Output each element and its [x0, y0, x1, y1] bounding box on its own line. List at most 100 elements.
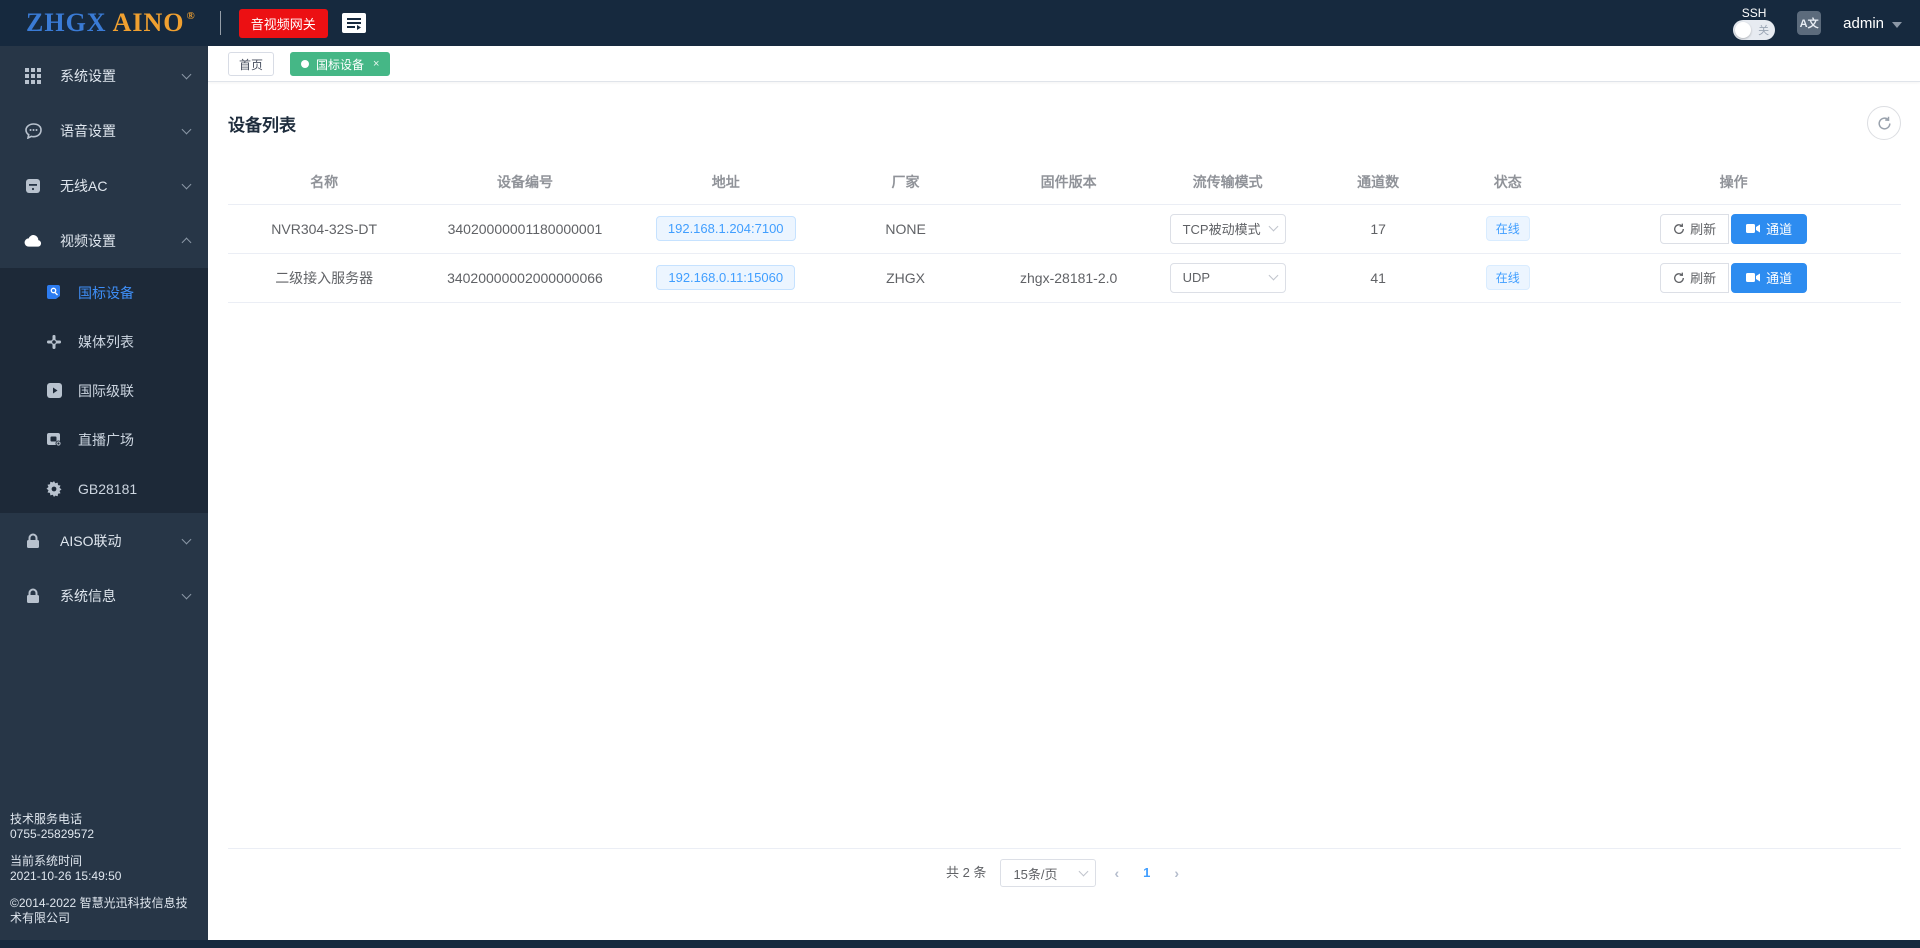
device-name-cell: NVR304-32S-DT — [228, 203, 421, 253]
page-title: 设备列表 — [228, 115, 296, 135]
device-list-page: 设备列表 名称 设备编号 地址 厂家 固件版本 流传输模式 通道数 状态 操作 … — [208, 82, 1920, 940]
stream-mode-value: UDP — [1182, 270, 1211, 285]
sidebar-item-video-settings[interactable]: 视频设置 — [0, 213, 208, 268]
sidebar-item-label: 系统设置 — [60, 67, 116, 84]
close-icon[interactable]: × — [373, 58, 379, 70]
chevron-up-icon — [181, 237, 192, 248]
refresh-icon — [1674, 272, 1685, 283]
chevron-down-icon — [1892, 21, 1902, 28]
col-header-vendor: 厂家 — [891, 173, 920, 190]
sidebar-item-international-cascade[interactable]: 国际级联 — [0, 366, 208, 415]
col-header-operations: 操作 — [1719, 173, 1748, 190]
table-row: 二级接入服务器 34020000002000000066 192.168.0.1… — [228, 252, 1901, 303]
sidebar-item-gb-devices[interactable]: 国标设备 — [0, 268, 208, 317]
service-phone-value: 0755-25829572 — [10, 827, 95, 841]
sidebar-item-label: 国际级联 — [78, 382, 134, 399]
status-badge: 在线 — [1485, 265, 1530, 290]
total-count-label: 共 2 条 — [945, 865, 987, 880]
col-header-stream-mode: 流传输模式 — [1192, 173, 1263, 190]
lock-icon — [24, 532, 42, 550]
channel-button-label: 通道 — [1766, 271, 1793, 286]
grid-icon — [24, 67, 42, 85]
col-header-name: 名称 — [310, 173, 339, 190]
user-menu[interactable]: admin — [1843, 15, 1902, 32]
page-number-1[interactable]: 1 — [1137, 859, 1156, 887]
firmware-cell — [989, 203, 1149, 253]
media-list-icon — [46, 334, 62, 350]
sidebar-item-label: 直播广场 — [78, 431, 134, 448]
gb-device-icon — [46, 285, 62, 301]
chevron-down-icon — [181, 124, 192, 134]
firmware-cell: zhgx-28181-2.0 — [989, 252, 1149, 303]
main-content: 首页 国标设备 × 设备列表 名称 设备编号 地址 厂家 固件版本 流传输模式 … — [208, 46, 1920, 940]
sidebar-item-label: 国标设备 — [78, 284, 134, 301]
sidebar-item-wireless-ac[interactable]: 无线AC — [0, 158, 208, 213]
lock-icon — [24, 587, 42, 605]
vendor-cell: NONE — [821, 203, 990, 253]
refresh-page-button[interactable] — [1867, 106, 1901, 140]
page-size-value: 15条/页 — [1013, 866, 1058, 882]
logo-part-blue: ZHGX — [26, 8, 107, 37]
prev-page-button[interactable]: ‹ — [1110, 859, 1123, 887]
log-list-icon[interactable] — [341, 13, 366, 33]
tab-gb-devices[interactable]: 国标设备 × — [290, 52, 391, 76]
bottom-strip — [0, 940, 1920, 948]
refresh-icon — [1674, 223, 1685, 234]
tab-label: 国标设备 — [316, 57, 365, 72]
status-badge: 在线 — [1485, 216, 1530, 241]
camera-icon — [1746, 224, 1761, 233]
stream-mode-select[interactable]: TCP被动模式 — [1169, 213, 1286, 244]
next-page-button[interactable]: › — [1170, 859, 1183, 887]
cloud-icon — [24, 232, 42, 250]
registered-mark: ® — [186, 10, 196, 22]
address-link[interactable]: 192.168.1.204:7100 — [655, 216, 796, 241]
system-time-value: 2021-10-26 15:49:50 — [10, 869, 122, 883]
col-header-channels: 通道数 — [1357, 173, 1400, 190]
channel-button[interactable]: 通道 — [1731, 213, 1808, 244]
stream-mode-value: TCP被动模式 — [1182, 222, 1261, 237]
refresh-device-button[interactable]: 刷新 — [1660, 213, 1730, 244]
sidebar-menu: 系统设置 语音设置 无线AC 视频设置 国标设备 媒体列表 国际级联 直播广场 … — [0, 46, 208, 623]
sidebar-item-voice-settings[interactable]: 语音设置 — [0, 103, 208, 158]
sidebar-item-label: AISO联动 — [60, 532, 122, 549]
stream-mode-select[interactable]: UDP — [1169, 262, 1286, 293]
refresh-button-label: 刷新 — [1690, 222, 1717, 237]
sidebar-item-system-settings[interactable]: 系统设置 — [0, 48, 208, 103]
device-id-cell: 34020000001180000001 — [420, 203, 630, 253]
live-plaza-icon — [46, 432, 62, 448]
chevron-down-icon — [181, 534, 192, 544]
address-link[interactable]: 192.168.0.11:15060 — [656, 265, 796, 290]
channel-count-cell: 17 — [1307, 203, 1450, 253]
system-time-label: 当前系统时间 — [10, 854, 83, 868]
sidebar-item-system-info[interactable]: 系统信息 — [0, 568, 208, 623]
toggle-state-label: 关 — [1758, 24, 1770, 37]
sidebar-item-media-list[interactable]: 媒体列表 — [0, 317, 208, 366]
chevron-down-icon — [181, 179, 192, 189]
copyright-text: ©2014-2022 智慧光迅科技信息技术有限公司 — [10, 896, 188, 925]
col-header-firmware: 固件版本 — [1040, 173, 1097, 190]
ssh-toggle[interactable]: 关 — [1733, 19, 1776, 40]
page-size-select[interactable]: 15条/页 — [1000, 859, 1097, 887]
refresh-button-label: 刷新 — [1690, 271, 1717, 286]
sidebar-item-aiso-linkage[interactable]: AISO联动 — [0, 513, 208, 568]
tab-bar: 首页 国标设备 × — [208, 46, 1920, 82]
service-phone-label: 技术服务电话 — [10, 812, 83, 826]
active-tab-dot-icon — [301, 60, 310, 68]
channel-button[interactable]: 通道 — [1731, 262, 1808, 293]
table-header-row: 名称 设备编号 地址 厂家 固件版本 流传输模式 通道数 状态 操作 — [228, 160, 1901, 204]
chevron-down-icon — [1268, 221, 1279, 232]
video-settings-submenu: 国标设备 媒体列表 国际级联 直播广场 GB28181 — [0, 268, 208, 513]
sidebar: 系统设置 语音设置 无线AC 视频设置 国标设备 媒体列表 国际级联 直播广场 … — [0, 46, 208, 940]
sidebar-item-gb28181[interactable]: GB28181 — [0, 464, 208, 513]
sidebar-footer: 技术服务电话 0755-25829572 当前系统时间 2021-10-26 1… — [0, 800, 208, 940]
language-icon[interactable]: A文 — [1797, 11, 1822, 35]
chevron-down-icon — [1078, 866, 1089, 876]
av-gateway-button[interactable]: 音视频网关 — [238, 8, 328, 38]
refresh-device-button[interactable]: 刷新 — [1660, 262, 1730, 293]
camera-icon — [1746, 273, 1761, 282]
tab-home[interactable]: 首页 — [228, 52, 275, 76]
ssh-toggle-block: SSH 关 — [1733, 6, 1776, 40]
channel-count-cell: 41 — [1307, 252, 1450, 303]
sidebar-item-live-plaza[interactable]: 直播广场 — [0, 415, 208, 464]
chevron-down-icon — [1268, 270, 1279, 281]
